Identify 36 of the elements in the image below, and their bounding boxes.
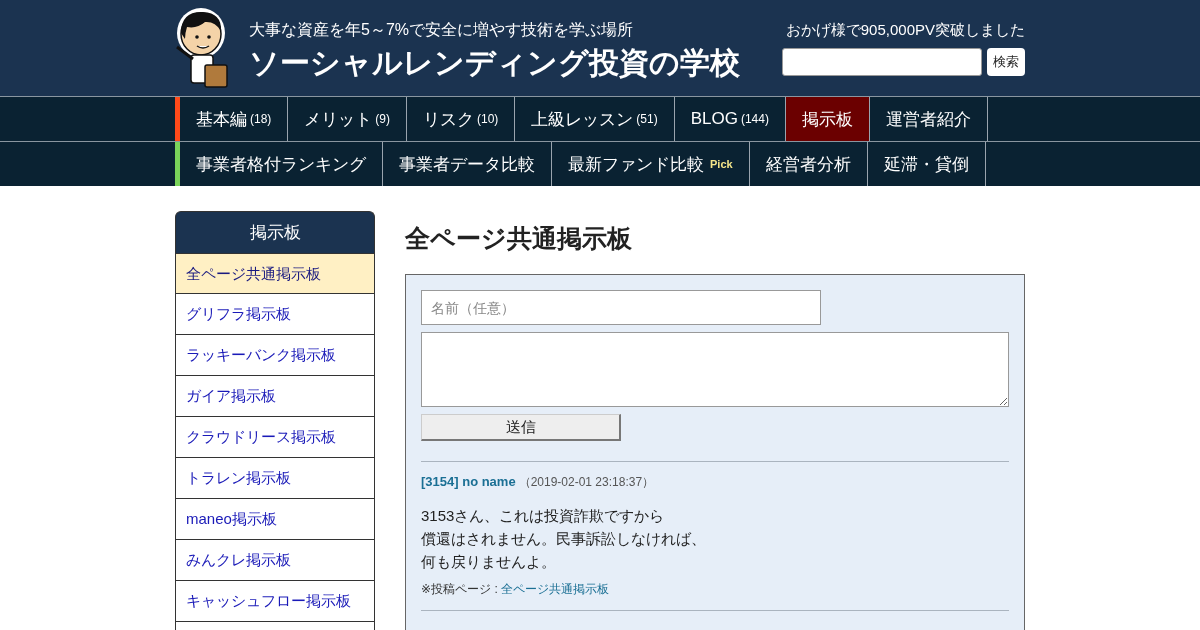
sidebar-item[interactable]: みんクレ掲示板 <box>175 540 375 581</box>
nav-tab[interactable]: 最新ファンド比較 Pick <box>552 142 750 186</box>
message-input-field[interactable] <box>421 332 1009 407</box>
site-tagline: 大事な資産を年5～7%で安全に増やす技術を学ぶ場所 <box>249 20 635 40</box>
nav-tab[interactable]: 掲示板 <box>785 97 870 141</box>
sidebar-item[interactable]: クラウドリース掲示板 <box>175 417 375 458</box>
post-source-note: ※投稿ページ : 全ページ共通掲示板 <box>421 581 611 598</box>
name-input-field[interactable]: 名前（任意） <box>421 290 821 325</box>
article-count: (51) <box>636 112 658 126</box>
search-field[interactable] <box>782 48 982 76</box>
sidebar-item[interactable]: グリフラ掲示板 <box>175 294 375 335</box>
nav-tab[interactable]: 事業者格付ランキング <box>180 142 383 186</box>
page-title: 全ページ共通掲示板 <box>405 224 633 252</box>
article-count: (9) <box>375 112 390 126</box>
nav-tab[interactable]: 事業者データ比較 <box>383 142 552 186</box>
nav-tab[interactable]: 延滞・貸倒 <box>867 142 986 186</box>
article-count: (18) <box>250 112 272 126</box>
search-button[interactable]: 検索 <box>987 48 1025 76</box>
sidebar-heading: 掲示板 <box>175 211 375 253</box>
nav-tab[interactable]: 経営者分析 <box>749 142 868 186</box>
post-author-link[interactable]: [3154] no name <box>421 474 516 489</box>
site-title[interactable]: ソーシャルレンディング投資の学校 <box>249 44 740 82</box>
sidebar-item[interactable]: ガイア掲示板 <box>175 376 375 417</box>
source-page-link[interactable]: 全ページ共通掲示板 <box>501 582 610 596</box>
pick-label: Pick <box>710 158 733 170</box>
sidebar-item[interactable]: ラッキーバンク掲示板 <box>175 335 375 376</box>
sidebar-item[interactable]: トラレン掲示板 <box>175 458 375 499</box>
article-count: (144) <box>740 112 769 126</box>
article-count: (10) <box>477 112 499 126</box>
sidebar-item[interactable]: maneo掲示板 <box>175 499 375 540</box>
post-date: （2019-02-01 23:18:37） <box>518 474 655 491</box>
submit-button[interactable]: 送信 <box>421 414 621 441</box>
pageview-notice: おかげ様で905,000PV突破しました <box>785 20 1025 40</box>
sidebar-item[interactable]: 全ページ共通掲示板 <box>175 253 375 294</box>
sidebar-item[interactable]: キャッシュフロー掲示板 <box>175 581 375 622</box>
post-body: 3153さん、これは投資詐欺ですから 償還はされません。民事訴訟しなければ、 何も戻りませんよ。 <box>421 506 707 572</box>
